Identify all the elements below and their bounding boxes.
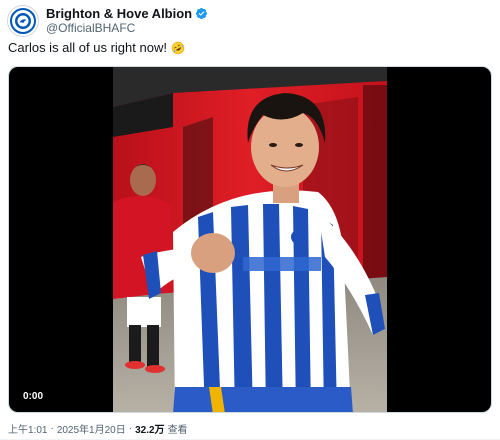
tweet-body: Carlos is all of us right now! <box>8 40 167 55</box>
club-crest-icon <box>12 10 34 32</box>
post-time[interactable]: 上午1:01 <box>8 421 47 436</box>
video-player[interactable]: 0:00 <box>8 66 492 413</box>
tweet-header: Brighton & Hove Albion @OfficialBHAFC <box>8 6 208 36</box>
tweet-text: Carlos is all of us right now! <box>8 40 185 55</box>
video-still-image <box>113 67 387 412</box>
tweet-meta: 上午1:01 · 2025年1月20日 · 32.2万 查看 <box>8 421 188 436</box>
post-date[interactable]: 2025年1月20日 <box>57 421 126 436</box>
tweet-card[interactable]: Brighton & Hove Albion @OfficialBHAFC Ca… <box>0 0 500 440</box>
video-frame[interactable] <box>113 67 387 412</box>
rolling-on-floor-laughing-icon <box>171 41 185 54</box>
display-name[interactable]: Brighton & Hove Albion <box>46 6 192 21</box>
meta-separator: · <box>128 423 133 434</box>
account-names: Brighton & Hove Albion @OfficialBHAFC <box>46 6 208 36</box>
verified-badge-icon <box>196 7 208 20</box>
account-handle[interactable]: @OfficialBHAFC <box>46 21 208 36</box>
views-count: 32.2万 <box>135 425 165 436</box>
avatar[interactable] <box>8 6 38 36</box>
video-elapsed-time: 0:00 <box>23 391 44 402</box>
views-label: 查看 <box>167 425 188 436</box>
meta-separator: · <box>50 423 54 434</box>
